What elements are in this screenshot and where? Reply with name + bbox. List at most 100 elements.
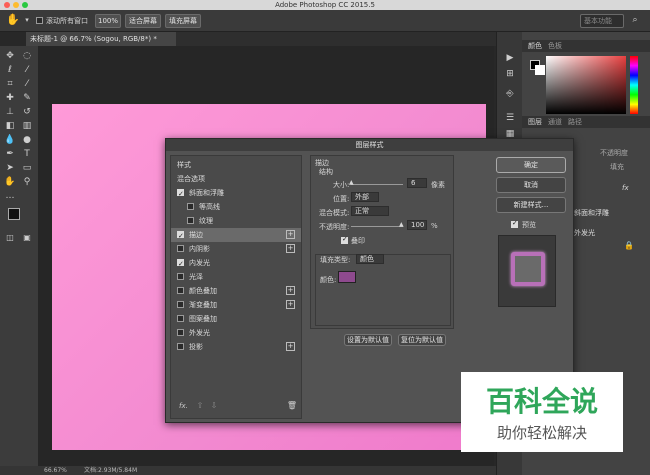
move-up-icon[interactable]: ⇧	[193, 400, 207, 412]
dodge-tool-icon[interactable]: ●	[20, 134, 34, 146]
blend-options-item[interactable]: 混合选项	[171, 172, 301, 186]
tab-channels[interactable]: 通道	[548, 116, 562, 128]
add-effect-icon[interactable]: +	[286, 342, 295, 351]
adjustments-icon[interactable]: ⎆	[503, 88, 517, 100]
style-item[interactable]: 内发光	[171, 256, 301, 271]
color-picker-field[interactable]	[546, 56, 626, 114]
properties-icon[interactable]: ⊞	[503, 68, 517, 80]
hue-slider[interactable]	[630, 56, 638, 114]
blend-mode-select[interactable]: 正常	[351, 206, 389, 216]
chevron-down-icon[interactable]: ▾	[20, 14, 34, 26]
stamp-tool-icon[interactable]: ⊥	[3, 106, 17, 118]
lock-icon[interactable]: 🔒	[622, 240, 636, 252]
eyedropper-icon[interactable]: ⁄	[20, 78, 34, 90]
preview-checkbox[interactable]	[511, 219, 518, 228]
add-effect-icon[interactable]: +	[286, 244, 295, 253]
size-input[interactable]: 6	[407, 178, 427, 188]
history-icon[interactable]: ▶	[503, 52, 517, 64]
add-effect-icon[interactable]: +	[286, 230, 295, 239]
set-default-button[interactable]: 设置为默认值	[344, 334, 392, 346]
marquee-tool-icon[interactable]: ◌	[20, 50, 34, 62]
color-background-swatch[interactable]	[535, 65, 545, 75]
move-down-icon[interactable]: ⇩	[207, 400, 221, 412]
history-brush-icon[interactable]: ↺	[20, 106, 34, 118]
hand-icon[interactable]: ✋	[6, 14, 20, 26]
status-zoom[interactable]: 66.67%	[44, 466, 67, 475]
pen-tool-icon[interactable]: ✒	[3, 148, 17, 160]
blur-tool-icon[interactable]: 💧	[3, 134, 17, 146]
type-tool-icon[interactable]: T	[20, 148, 34, 160]
reset-default-button[interactable]: 复位为默认值	[398, 334, 446, 346]
add-effect-icon[interactable]: +	[286, 286, 295, 295]
style-item-checkbox[interactable]	[177, 245, 184, 252]
layer-effect-bevel[interactable]: 斜面和浮雕	[574, 208, 609, 218]
style-item[interactable]: 外发光	[171, 326, 301, 340]
stroke-color-swatch[interactable]	[338, 271, 356, 283]
eraser-tool-icon[interactable]: ◧	[3, 120, 17, 132]
brush-tool-icon[interactable]: ✎	[20, 92, 34, 104]
style-item-checkbox[interactable]	[177, 301, 184, 308]
style-item-checkbox[interactable]	[177, 287, 184, 294]
zoom-tool-icon[interactable]: ⚲	[20, 176, 34, 188]
healing-brush-icon[interactable]: ✚	[3, 92, 17, 104]
size-slider-handle[interactable]: ▲	[349, 179, 354, 186]
fit-screen-button[interactable]: 适合屏幕	[125, 14, 161, 28]
style-item-checkbox[interactable]	[187, 217, 194, 224]
overprint-checkbox[interactable]	[341, 235, 348, 244]
style-item-checkbox[interactable]	[177, 273, 184, 280]
style-item[interactable]: 渐变叠加 +	[171, 298, 301, 312]
layer-fx-badge[interactable]: fx	[622, 184, 629, 192]
lasso-tool-icon[interactable]: ℓ	[3, 64, 17, 76]
screen-mode-icon[interactable]: ▣	[20, 232, 34, 244]
hand-tool-icon[interactable]: ✋	[3, 176, 17, 188]
layer-effect-outer-glow[interactable]: 外发光	[574, 228, 595, 238]
scroll-all-checkbox[interactable]	[36, 17, 43, 24]
search-icon[interactable]: ⌕	[628, 14, 642, 26]
tab-paths[interactable]: 路径	[568, 116, 582, 128]
rectangle-tool-icon[interactable]: ▭	[20, 162, 34, 174]
style-item[interactable]: 等高线	[171, 200, 301, 214]
path-select-icon[interactable]: ➤	[3, 162, 17, 174]
tab-color[interactable]: 颜色	[528, 40, 542, 52]
new-style-button[interactable]: 新建样式...	[496, 197, 566, 213]
style-item-checkbox[interactable]	[177, 229, 184, 243]
crop-tool-icon[interactable]: ⌗	[3, 78, 17, 90]
style-item-checkbox[interactable]	[177, 187, 184, 201]
style-item-checkbox[interactable]	[177, 315, 184, 322]
opacity-input[interactable]: 100	[407, 220, 427, 230]
tab-layers[interactable]: 图层	[528, 116, 542, 128]
style-item[interactable]: 内阴影 +	[171, 242, 301, 256]
trash-icon[interactable]: 🗑	[285, 400, 299, 412]
style-item[interactable]: 斜面和浮雕	[171, 186, 301, 201]
quick-mask-icon[interactable]: ◫	[3, 232, 17, 244]
style-item[interactable]: 颜色叠加 +	[171, 284, 301, 298]
add-effect-icon[interactable]: +	[286, 300, 295, 309]
workspace-select[interactable]: 基本功能	[580, 14, 624, 28]
cancel-button[interactable]: 取消	[496, 177, 566, 193]
gradient-tool-icon[interactable]: ▥	[20, 120, 34, 132]
fill-screen-button[interactable]: 填充屏幕	[165, 14, 201, 28]
document-tab[interactable]: 未标题-1 @ 66.7% (Sogou, RGB/8*) *	[26, 32, 176, 46]
foreground-color-swatch[interactable]	[8, 208, 20, 220]
style-item[interactable]: 纹理	[171, 214, 301, 228]
style-item[interactable]: 投影 +	[171, 340, 301, 354]
fx-menu-button[interactable]: fx.	[179, 402, 188, 410]
opacity-slider-handle[interactable]: ▲	[399, 221, 404, 228]
style-item[interactable]: 图案叠加	[171, 312, 301, 326]
fill-type-select[interactable]: 颜色	[356, 254, 384, 264]
minimize-window-button[interactable]	[13, 2, 19, 8]
style-item-checkbox[interactable]	[177, 343, 184, 350]
style-item-checkbox[interactable]	[177, 329, 184, 336]
style-item[interactable]: 描边 +	[171, 228, 301, 243]
ok-button[interactable]: 确定	[496, 157, 566, 173]
style-item[interactable]: 光泽	[171, 270, 301, 284]
zoom-100-button[interactable]: 100%	[95, 14, 121, 28]
maximize-window-button[interactable]	[22, 2, 28, 8]
size-slider[interactable]	[351, 184, 403, 185]
style-item-checkbox[interactable]	[187, 203, 194, 210]
tab-swatches[interactable]: 色板	[548, 40, 562, 52]
style-item-checkbox[interactable]	[177, 257, 184, 271]
position-select[interactable]: 外部	[351, 192, 379, 202]
more-tools-icon[interactable]: …	[3, 190, 17, 202]
close-window-button[interactable]	[4, 2, 10, 8]
